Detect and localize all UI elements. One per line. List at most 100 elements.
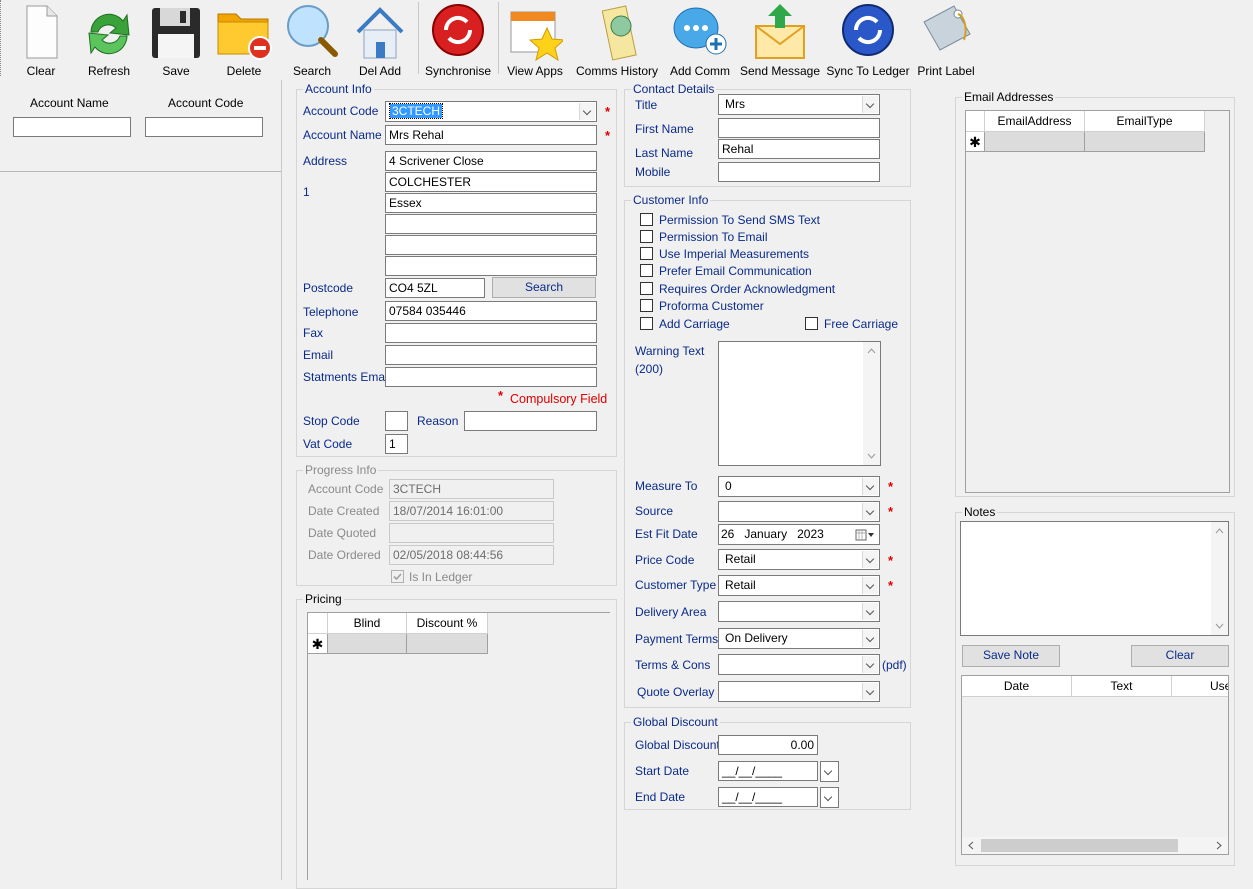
notes-text-area[interactable] bbox=[960, 521, 1229, 636]
email-type-column-header[interactable]: EmailType bbox=[1085, 111, 1205, 132]
end-date-dropdown[interactable] bbox=[820, 787, 839, 808]
chevron-down-icon[interactable] bbox=[862, 478, 878, 495]
est-fit-year[interactable]: 2023 bbox=[797, 527, 824, 541]
discount-column-header[interactable]: Discount % bbox=[407, 613, 488, 634]
address-line-5-input[interactable] bbox=[385, 235, 597, 255]
start-date-dropdown[interactable] bbox=[820, 761, 839, 782]
splitter[interactable] bbox=[281, 80, 282, 880]
postcode-search-button[interactable]: Search bbox=[492, 277, 596, 298]
reason-input[interactable] bbox=[464, 411, 597, 431]
comms-history-button[interactable]: Comms History bbox=[572, 0, 662, 80]
account-name-input[interactable]: Mrs Rehal bbox=[385, 125, 597, 145]
scroll-up-icon[interactable] bbox=[867, 348, 876, 354]
address-line-4-input[interactable] bbox=[385, 214, 597, 234]
chevron-down-icon[interactable] bbox=[862, 577, 878, 594]
order-acknowledgment-checkbox[interactable] bbox=[640, 282, 653, 295]
save-note-button[interactable]: Save Note bbox=[962, 645, 1060, 667]
free-carriage-checkbox[interactable] bbox=[805, 317, 818, 330]
payment-terms-select[interactable]: On Delivery bbox=[718, 628, 880, 649]
calendar-dropdown-icon[interactable] bbox=[855, 529, 875, 541]
scroll-right-icon[interactable] bbox=[1216, 841, 1222, 850]
price-code-select[interactable]: Retail bbox=[718, 549, 880, 570]
telephone-input[interactable]: 07584 035446 bbox=[385, 301, 597, 321]
proforma-customer-label[interactable]: Proforma Customer bbox=[659, 299, 764, 313]
email-input[interactable] bbox=[385, 345, 597, 365]
add-comm-button[interactable]: Add Comm bbox=[666, 0, 734, 80]
warning-text-area[interactable] bbox=[718, 341, 881, 466]
prefer-email-label[interactable]: Prefer Email Communication bbox=[659, 264, 812, 278]
pdf-link[interactable]: (pdf) bbox=[882, 658, 907, 672]
global-discount-input[interactable]: 0.00 bbox=[718, 735, 818, 755]
email-address-column-header[interactable]: EmailAddress bbox=[985, 111, 1085, 132]
chevron-down-icon[interactable] bbox=[862, 656, 878, 673]
sms-permission-label[interactable]: Permission To Send SMS Text bbox=[659, 213, 820, 227]
text-column-header[interactable]: Text bbox=[1072, 676, 1172, 697]
notes-scrollbar[interactable] bbox=[1211, 522, 1228, 635]
free-carriage-label[interactable]: Free Carriage bbox=[824, 317, 898, 331]
notes-grid[interactable]: Date Text Use bbox=[961, 675, 1229, 855]
est-fit-month[interactable]: January bbox=[744, 527, 787, 541]
clear-note-button[interactable]: Clear bbox=[1131, 645, 1229, 667]
scroll-left-icon[interactable] bbox=[968, 841, 974, 850]
email-permission-checkbox[interactable] bbox=[640, 230, 653, 243]
end-date-input[interactable]: __/__/____ bbox=[718, 787, 818, 807]
user-column-header[interactable]: Use bbox=[1172, 676, 1228, 697]
send-message-button[interactable]: Send Message bbox=[738, 0, 822, 80]
pricing-new-row-blind-cell[interactable] bbox=[328, 634, 407, 654]
est-fit-date-picker[interactable]: 26 January 2023 bbox=[718, 524, 880, 545]
first-name-input[interactable] bbox=[718, 118, 880, 138]
address-line-3-input[interactable]: Essex bbox=[385, 193, 597, 213]
sms-permission-checkbox[interactable] bbox=[640, 213, 653, 226]
measure-to-select[interactable]: 0 bbox=[718, 476, 880, 497]
chevron-down-icon[interactable] bbox=[862, 603, 878, 620]
scroll-up-icon[interactable] bbox=[1215, 528, 1224, 534]
account-code-search-input[interactable] bbox=[145, 117, 263, 137]
imperial-measurements-label[interactable]: Use Imperial Measurements bbox=[659, 247, 809, 261]
imperial-measurements-checkbox[interactable] bbox=[640, 247, 653, 260]
sync-to-ledger-button[interactable]: Sync To Ledger bbox=[824, 0, 912, 80]
statements-email-input[interactable] bbox=[385, 367, 597, 387]
email-addresses-grid[interactable]: EmailAddress EmailType ✱ bbox=[965, 110, 1230, 493]
add-carriage-label[interactable]: Add Carriage bbox=[659, 317, 730, 331]
del-add-button[interactable]: Del Add bbox=[348, 0, 412, 80]
clear-button[interactable]: Clear bbox=[8, 0, 74, 80]
scroll-down-icon[interactable] bbox=[1215, 623, 1224, 629]
email-permission-label[interactable]: Permission To Email bbox=[659, 230, 767, 244]
scroll-thumb[interactable] bbox=[981, 839, 1178, 852]
save-button[interactable]: Save bbox=[144, 0, 208, 80]
source-select[interactable] bbox=[718, 501, 880, 522]
delete-button[interactable]: Delete bbox=[212, 0, 276, 80]
view-apps-button[interactable]: View Apps bbox=[502, 0, 568, 80]
title-select[interactable]: Mrs bbox=[718, 94, 880, 115]
stop-code-input[interactable] bbox=[385, 411, 408, 431]
est-fit-day[interactable]: 26 bbox=[721, 527, 734, 541]
address-line-1-input[interactable]: 4 Scrivener Close bbox=[385, 151, 597, 171]
pricing-grid[interactable]: Blind Discount % ✱ bbox=[307, 612, 610, 880]
search-button[interactable]: Search bbox=[280, 0, 344, 80]
chevron-down-icon[interactable] bbox=[821, 789, 837, 806]
account-name-search-input[interactable] bbox=[13, 117, 131, 137]
mobile-input[interactable] bbox=[718, 162, 880, 182]
chevron-down-icon[interactable] bbox=[579, 103, 595, 120]
address-line-2-input[interactable]: COLCHESTER bbox=[385, 172, 597, 192]
chevron-down-icon[interactable] bbox=[862, 630, 878, 647]
proforma-customer-checkbox[interactable] bbox=[640, 299, 653, 312]
order-acknowledgment-label[interactable]: Requires Order Acknowledgment bbox=[659, 282, 835, 296]
customer-type-select[interactable]: Retail bbox=[718, 575, 880, 596]
prefer-email-checkbox[interactable] bbox=[640, 264, 653, 277]
vat-code-input[interactable]: 1 bbox=[385, 434, 408, 454]
print-label-button[interactable]: Print Label bbox=[914, 0, 978, 80]
blind-column-header[interactable]: Blind bbox=[328, 613, 407, 634]
chevron-down-icon[interactable] bbox=[862, 96, 878, 113]
account-code-combo[interactable]: 3CTECH bbox=[385, 101, 597, 122]
warning-text-scrollbar[interactable] bbox=[863, 342, 880, 465]
email-new-row-address-cell[interactable] bbox=[985, 132, 1085, 152]
add-carriage-checkbox[interactable] bbox=[640, 317, 653, 330]
quote-overlay-select[interactable] bbox=[718, 681, 880, 702]
chevron-down-icon[interactable] bbox=[862, 551, 878, 568]
refresh-button[interactable]: Refresh bbox=[76, 0, 142, 80]
synchronise-button[interactable]: Synchronise bbox=[422, 0, 494, 80]
pricing-new-row-discount-cell[interactable] bbox=[407, 634, 488, 654]
terms-cons-select[interactable] bbox=[718, 654, 880, 675]
scroll-down-icon[interactable] bbox=[867, 453, 876, 459]
